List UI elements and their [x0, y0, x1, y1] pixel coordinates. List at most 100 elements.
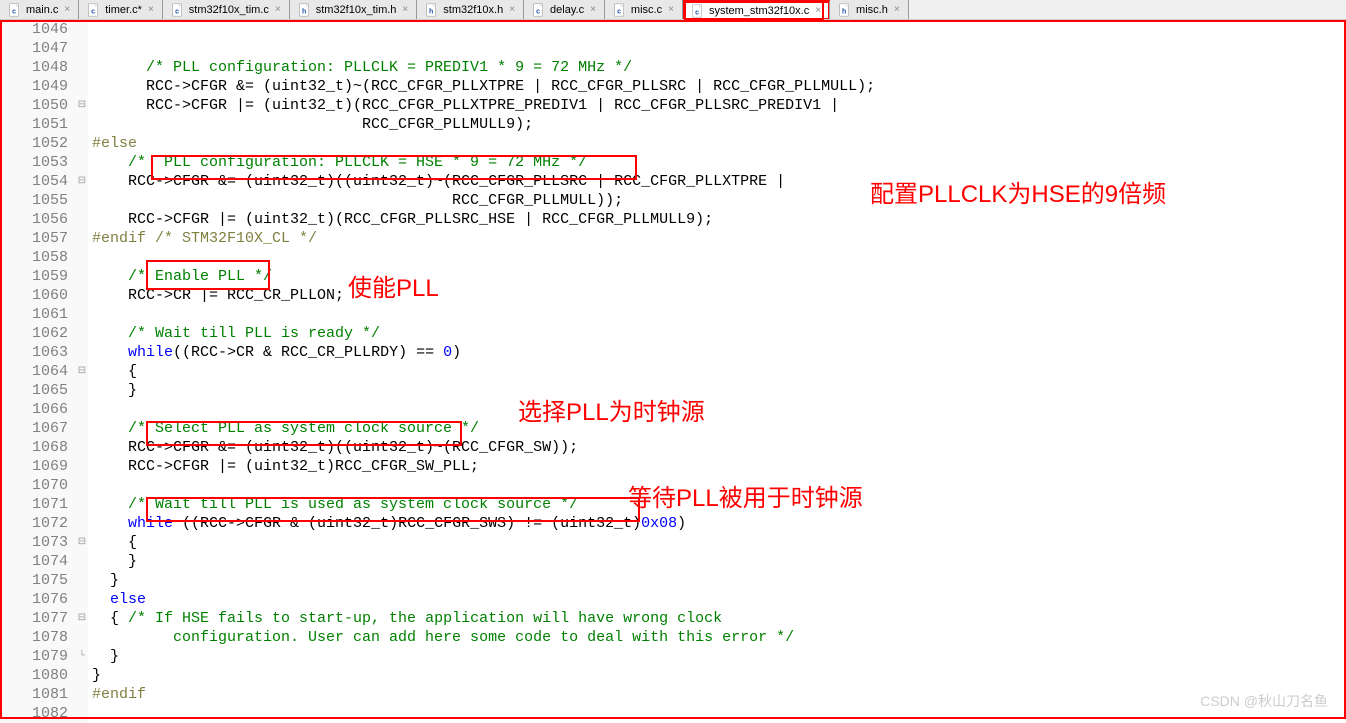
code-line[interactable]: #endif [92, 685, 1346, 704]
line-number: 1066 [0, 400, 68, 419]
code-line[interactable]: RCC->CFGR &= (uint32_t)((uint32_t)~(RCC_… [92, 438, 1346, 457]
code-line[interactable] [92, 400, 1346, 419]
close-icon[interactable]: × [668, 4, 674, 15]
line-number-gutter: 1046104710481049105010511052105310541055… [0, 20, 76, 723]
code-line[interactable]: #else [92, 134, 1346, 153]
code-line[interactable]: RCC->CFGR |= (uint32_t)RCC_CFGR_SW_PLL; [92, 457, 1346, 476]
fold-marker [76, 20, 88, 39]
code-line[interactable]: /* Wait till PLL is ready */ [92, 324, 1346, 343]
close-icon[interactable]: × [275, 4, 281, 15]
line-number: 1047 [0, 39, 68, 58]
code-line[interactable]: #endif /* STM32F10X_CL */ [92, 229, 1346, 248]
tab-stm32f10x-tim-c[interactable]: cstm32f10x_tim.c× [163, 0, 290, 19]
code-line[interactable]: while((RCC->CR & RCC_CR_PLLRDY) == 0) [92, 343, 1346, 362]
code-line[interactable] [92, 476, 1346, 495]
code-line[interactable] [92, 39, 1346, 58]
tab-delay-c[interactable]: cdelay.c× [524, 0, 605, 19]
svg-text:c: c [91, 8, 95, 15]
code-line[interactable]: /* Select PLL as system clock source */ [92, 419, 1346, 438]
code-line[interactable] [92, 248, 1346, 267]
code-line[interactable] [92, 20, 1346, 39]
line-number: 1063 [0, 343, 68, 362]
code-line[interactable]: RCC_CFGR_PLLMULL)); [92, 191, 1346, 210]
svg-text:c: c [536, 8, 540, 15]
line-number: 1049 [0, 77, 68, 96]
close-icon[interactable]: × [815, 5, 821, 16]
close-icon[interactable]: × [590, 4, 596, 15]
tab-stm32f10x-tim-h[interactable]: hstm32f10x_tim.h× [290, 0, 418, 19]
fold-marker [76, 267, 88, 286]
code-line[interactable]: RCC->CFGR |= (uint32_t)(RCC_CFGR_PLLSRC_… [92, 210, 1346, 229]
fold-marker[interactable]: ⊟ [76, 609, 88, 628]
fold-marker [76, 381, 88, 400]
code-line[interactable]: } [92, 552, 1346, 571]
close-icon[interactable]: × [894, 4, 900, 15]
svg-text:h: h [302, 8, 306, 15]
fold-marker [76, 305, 88, 324]
code-line[interactable]: RCC->CFGR |= (uint32_t)(RCC_CFGR_PLLXTPR… [92, 96, 1346, 115]
tab-main-c[interactable]: cmain.c× [0, 0, 79, 19]
fold-marker [76, 134, 88, 153]
fold-marker [76, 666, 88, 685]
fold-marker[interactable]: ⊟ [76, 362, 88, 381]
code-line[interactable]: /* Enable PLL */ [92, 267, 1346, 286]
code-line[interactable] [92, 305, 1346, 324]
line-number: 1065 [0, 381, 68, 400]
tab-misc-h[interactable]: hmisc.h× [830, 0, 909, 19]
tab-label: misc.c [631, 4, 662, 16]
line-number: 1072 [0, 514, 68, 533]
close-icon[interactable]: × [509, 4, 515, 15]
fold-marker [76, 210, 88, 229]
code-line[interactable]: { [92, 362, 1346, 381]
fold-marker[interactable]: ⊟ [76, 533, 88, 552]
code-line[interactable] [92, 704, 1346, 723]
code-line[interactable]: /* PLL configuration: PLLCLK = PREDIV1 *… [92, 58, 1346, 77]
fold-marker [76, 704, 88, 723]
line-number: 1061 [0, 305, 68, 324]
close-icon[interactable]: × [402, 4, 408, 15]
tab-bar: cmain.c×ctimer.c*×cstm32f10x_tim.c×hstm3… [0, 0, 1346, 20]
code-area[interactable]: /* PLL configuration: PLLCLK = PREDIV1 *… [88, 20, 1346, 723]
line-number: 1059 [0, 267, 68, 286]
fold-marker[interactable]: ⊟ [76, 172, 88, 191]
fold-marker [76, 476, 88, 495]
close-icon[interactable]: × [64, 4, 70, 15]
code-editor[interactable]: 1046104710481049105010511052105310541055… [0, 20, 1346, 723]
code-line[interactable]: { [92, 533, 1346, 552]
fold-marker[interactable]: └ [76, 647, 88, 666]
svg-text:c: c [695, 9, 699, 16]
code-line[interactable]: } [92, 647, 1346, 666]
code-line[interactable]: { /* If HSE fails to start-up, the appli… [92, 609, 1346, 628]
code-line[interactable]: RCC->CR |= RCC_CR_PLLON; [92, 286, 1346, 305]
line-number: 1056 [0, 210, 68, 229]
tab-timer-c-[interactable]: ctimer.c*× [79, 0, 163, 19]
c-file-icon: c [691, 4, 705, 18]
line-number: 1077 [0, 609, 68, 628]
close-icon[interactable]: × [148, 4, 154, 15]
fold-marker [76, 324, 88, 343]
code-line[interactable]: RCC->CFGR &= (uint32_t)~(RCC_CFGR_PLLXTP… [92, 77, 1346, 96]
fold-marker [76, 115, 88, 134]
fold-marker [76, 590, 88, 609]
line-number: 1075 [0, 571, 68, 590]
tab-system-stm32f10x-c[interactable]: csystem_stm32f10x.c× [683, 0, 830, 19]
fold-marker [76, 552, 88, 571]
fold-marker [76, 58, 88, 77]
fold-marker [76, 495, 88, 514]
code-line[interactable]: } [92, 381, 1346, 400]
code-line[interactable]: configuration. User can add here some co… [92, 628, 1346, 647]
code-line[interactable]: /* PLL configuration: PLLCLK = HSE * 9 =… [92, 153, 1346, 172]
svg-text:c: c [617, 8, 621, 15]
tab-misc-c[interactable]: c misc.c × [605, 0, 683, 19]
code-line[interactable]: else [92, 590, 1346, 609]
code-line[interactable]: /* Wait till PLL is used as system clock… [92, 495, 1346, 514]
code-line[interactable]: RCC_CFGR_PLLMULL9); [92, 115, 1346, 134]
code-line[interactable]: } [92, 571, 1346, 590]
code-line[interactable]: while ((RCC->CFGR & (uint32_t)RCC_CFGR_S… [92, 514, 1346, 533]
code-line[interactable]: } [92, 666, 1346, 685]
code-line[interactable]: RCC->CFGR &= (uint32_t)((uint32_t)~(RCC_… [92, 172, 1346, 191]
h-file-icon: h [425, 3, 439, 17]
line-number: 1048 [0, 58, 68, 77]
tab-stm32f10x-h[interactable]: hstm32f10x.h× [417, 0, 524, 19]
fold-marker[interactable]: ⊟ [76, 96, 88, 115]
